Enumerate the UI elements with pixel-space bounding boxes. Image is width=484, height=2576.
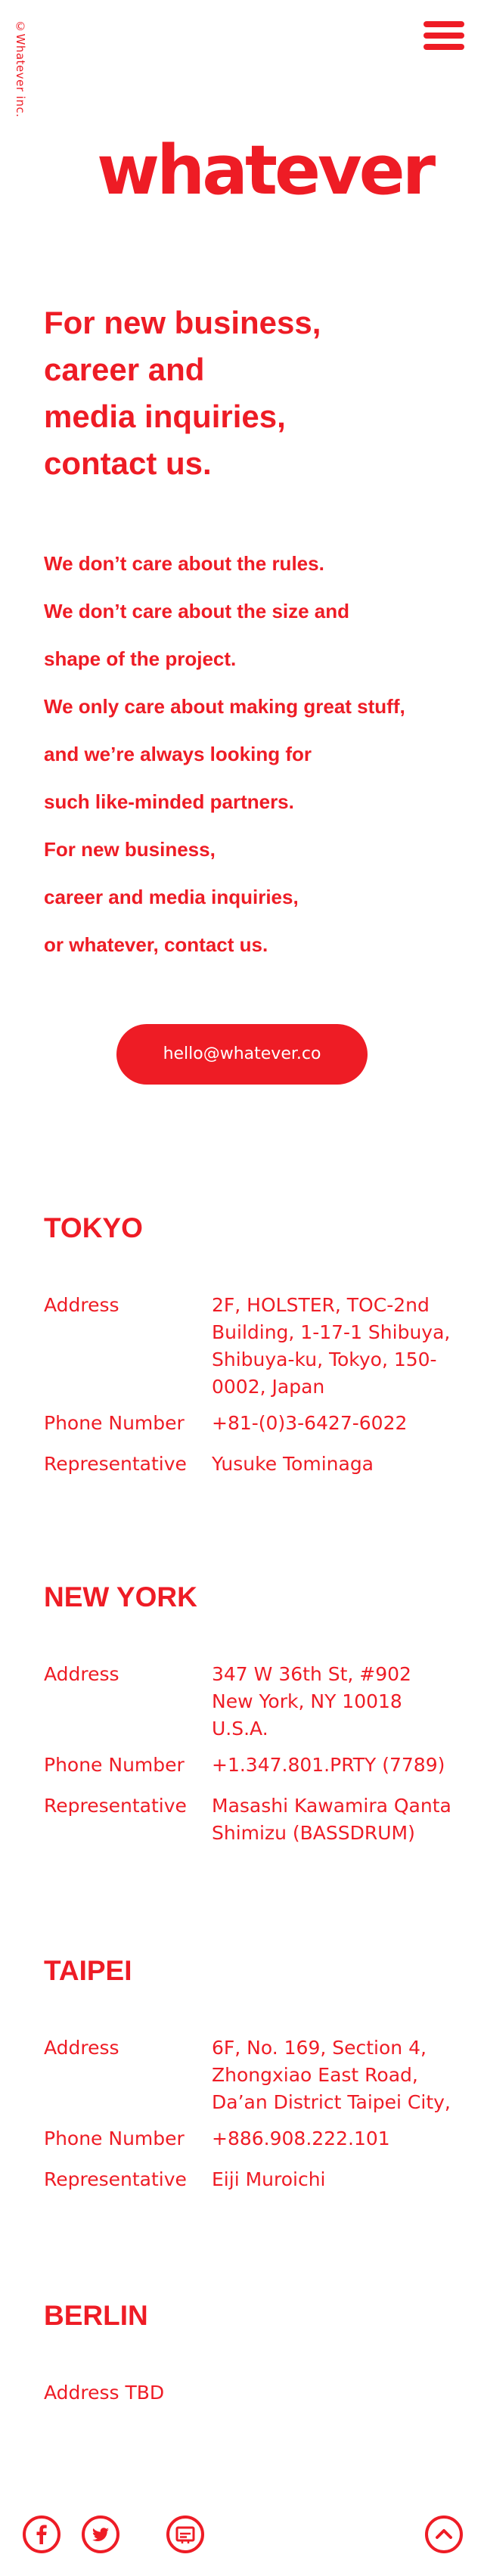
phone-label: Phone Number	[44, 1754, 185, 1776]
body-line: such like-minded partners.	[44, 790, 294, 813]
address-label: Address	[44, 1663, 119, 1685]
address-label: Address	[44, 2037, 119, 2059]
representative-row: Representative Yusuke Tominaga	[44, 1451, 452, 1478]
address-row: Address 6F, No. 169, Section 4, Zhongxia…	[44, 2034, 452, 2116]
headline-line: media inquiries,	[44, 399, 286, 434]
representative-value: Masashi Kawamira Qanta Shimizu (BASSDRUM…	[212, 1795, 451, 1844]
address-value: 6F, No. 169, Section 4, Zhongxiao East R…	[212, 2037, 451, 2113]
phone-label: Phone Number	[44, 2128, 185, 2149]
facebook-icon[interactable]	[23, 2515, 60, 2553]
representative-row: Representative Masashi Kawamira Qanta Sh…	[44, 1792, 452, 1847]
phone-label: Phone Number	[44, 1412, 185, 1434]
address-row: Address 347 W 36th St, #902 New York, NY…	[44, 1661, 452, 1743]
address-label: Address	[44, 1294, 119, 1316]
contact-headline: For new business, career and media inqui…	[44, 299, 437, 487]
intro-body: We don’t care about the rules. We don’t …	[44, 540, 467, 969]
office-city-title: TAIPEI	[44, 1955, 132, 1986]
phone-value[interactable]: +1.347.801.PRTY (7789)	[212, 1752, 452, 1779]
office-tokyo: TOKYO Address 2F, HOLSTER, TOC-2nd Build…	[44, 1212, 452, 1478]
address-value: 347 W 36th St, #902 New York, NY 10018 U…	[212, 1663, 411, 1740]
phone-row: Phone Number +1.347.801.PRTY (7789)	[44, 1752, 452, 1779]
representative-row: Representative Eiji Muroichi	[44, 2166, 452, 2193]
office-new-york: NEW YORK Address 347 W 36th St, #902 New…	[44, 1581, 452, 1847]
representative-label: Representative	[44, 1795, 187, 1817]
body-line: career and media inquiries,	[44, 886, 299, 908]
address-tbd: Address TBD	[44, 2382, 165, 2404]
body-line: For new business,	[44, 838, 216, 861]
twitter-icon[interactable]	[82, 2515, 119, 2553]
office-taipei: TAIPEI Address 6F, No. 169, Section 4, Z…	[44, 1954, 452, 2193]
address-value: 2F, HOLSTER, TOC-2nd Building, 1-17-1 Sh…	[212, 1294, 451, 1398]
copyright-text: ©Whatever inc.	[14, 20, 27, 118]
body-line: We only care about making great stuff,	[44, 695, 405, 718]
hamburger-menu-icon[interactable]	[424, 21, 464, 54]
body-line: We don’t care about the size and	[44, 600, 350, 622]
representative-label: Representative	[44, 1453, 187, 1475]
headline-line: For new business,	[44, 305, 321, 340]
headline-line: contact us.	[44, 445, 212, 481]
office-berlin: BERLIN Address TBD	[44, 2299, 452, 2407]
body-line: and we’re always looking for	[44, 743, 312, 765]
note-icon[interactable]	[166, 2515, 204, 2553]
representative-value: Yusuke Tominaga	[212, 1453, 374, 1475]
chevron-up-icon[interactable]	[425, 2515, 463, 2553]
office-city-title: NEW YORK	[44, 1581, 197, 1612]
representative-label: Representative	[44, 2168, 187, 2190]
phone-value[interactable]: +886.908.222.101	[212, 2125, 452, 2152]
body-line: We don’t care about the rules.	[44, 552, 324, 575]
whatever-logo[interactable]: whatever	[97, 129, 436, 213]
office-city-title: BERLIN	[44, 2300, 148, 2331]
phone-row: Phone Number +886.908.222.101	[44, 2125, 452, 2152]
body-line: or whatever, contact us.	[44, 933, 268, 956]
office-city-title: TOKYO	[44, 1212, 143, 1243]
email-button[interactable]: hello@whatever.co	[116, 1024, 368, 1085]
phone-value[interactable]: +81-(0)3-6427-6022	[212, 1410, 452, 1437]
representative-value: Eiji Muroichi	[212, 2168, 326, 2190]
headline-line: career and	[44, 352, 205, 387]
address-row: Address 2F, HOLSTER, TOC-2nd Building, 1…	[44, 1292, 452, 1401]
phone-row: Phone Number +81-(0)3-6427-6022	[44, 1410, 452, 1437]
body-line: shape of the project.	[44, 647, 237, 670]
